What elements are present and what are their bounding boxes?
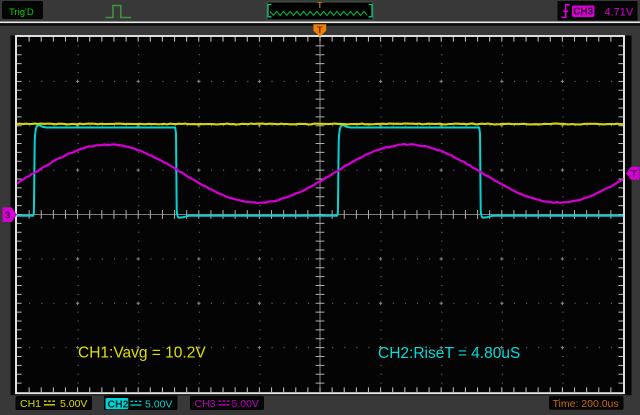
svg-text:CH3: CH3 (573, 7, 593, 18)
svg-text:4.71V: 4.71V (605, 6, 634, 18)
svg-text:T: T (317, 25, 323, 36)
svg-text:3: 3 (5, 210, 11, 222)
svg-text:T: T (317, 1, 322, 10)
svg-text:CH3: CH3 (195, 398, 216, 410)
svg-text:CH1:Vavg = 10.2V: CH1:Vavg = 10.2V (78, 345, 206, 362)
svg-text:Time: 200.0us: Time: 200.0us (553, 398, 619, 410)
svg-text:5.00V: 5.00V (60, 398, 87, 410)
svg-text:T: T (631, 168, 638, 180)
svg-text:5.00V: 5.00V (145, 399, 172, 411)
svg-text:CH2: CH2 (108, 399, 129, 411)
svg-text:CH1: CH1 (20, 398, 41, 410)
svg-text:5.00V: 5.00V (232, 398, 259, 410)
svg-text:Trig'D: Trig'D (9, 7, 34, 18)
svg-text:CH2:RiseT = 4.80uS: CH2:RiseT = 4.80uS (378, 345, 520, 362)
